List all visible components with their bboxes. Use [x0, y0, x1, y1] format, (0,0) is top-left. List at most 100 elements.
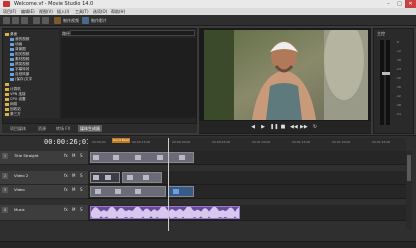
track-name: Video 2: [14, 173, 29, 178]
folder-icon: [10, 37, 14, 41]
track-header-4[interactable]: 4 Music fx M S: [0, 205, 88, 221]
ruler-tick-label: 00:00:15;00: [132, 140, 151, 144]
track-fx-button[interactable]: fx: [64, 207, 68, 212]
master-fader[interactable]: [382, 72, 390, 75]
clip[interactable]: [122, 172, 162, 183]
meter-scale-label: -54: [396, 112, 401, 116]
marker-good-beat[interactable]: Good Beat: [112, 138, 130, 143]
track-number: 1: [2, 153, 8, 159]
tree-item[interactable]: 第三方: [5, 112, 21, 117]
rewind-button[interactable]: ◀◀: [290, 124, 298, 130]
track-lane-2[interactable]: [88, 171, 406, 185]
render-button[interactable]: 制作影片: [91, 18, 107, 24]
track-fx-button[interactable]: fx: [64, 173, 68, 178]
folder-tree[interactable]: 桌面 我的视频 动画 背景图 相关视频 素材视频 搞笑视频 字幕特效 自然风景 (保存)文字 计算机…: [3, 30, 59, 118]
close-button[interactable]: ✕: [405, 0, 416, 8]
folder-icon: [5, 87, 9, 91]
path-input[interactable]: [70, 30, 195, 36]
ruler-tick-label: 00:00:45;00: [212, 140, 231, 144]
folder-icon: [10, 62, 14, 66]
tab-project-media[interactable]: 项目媒体: [8, 126, 28, 132]
track-lane-4[interactable]: [88, 205, 406, 221]
clip-thumbnail: [173, 189, 179, 194]
tab-media-generators[interactable]: 媒体生成器: [78, 125, 102, 132]
meter-scale-label: -18: [396, 58, 401, 62]
clip-thumbnail: [135, 189, 141, 194]
tree-item-label: 自然风景: [15, 72, 30, 76]
make-video-icon[interactable]: [54, 17, 61, 24]
loop-button[interactable]: ↻: [312, 124, 318, 130]
ruler-tick-label: 00:01:00;00: [252, 140, 271, 144]
folder-icon: [10, 77, 14, 81]
make-video-button[interactable]: 制作视频: [63, 18, 79, 24]
timeline-ruler[interactable]: 00:00:00 00:00:15;00 00:00:30;00 00:00:45;0…: [88, 138, 406, 151]
meter-scale-label: -12: [396, 49, 401, 53]
tree-item[interactable]: [5, 82, 10, 86]
scroll-thumb[interactable]: [407, 155, 411, 181]
pause-button[interactable]: ❚❚: [270, 124, 278, 130]
minimize-button[interactable]: –: [383, 0, 394, 8]
open-icon[interactable]: [12, 17, 19, 24]
tree-item-label: 相关视频: [15, 52, 30, 56]
tab-transitions[interactable]: 转场 FX: [54, 126, 72, 132]
clip-thumbnail: [93, 155, 99, 160]
track-name: Video: [14, 187, 25, 192]
render-icon[interactable]: [82, 17, 89, 24]
track-mute-button[interactable]: M: [72, 153, 75, 158]
track-solo-button[interactable]: S: [80, 153, 83, 158]
track-number: 3: [2, 187, 8, 193]
meter-scale-label: -48: [396, 103, 401, 107]
undo-icon[interactable]: [33, 17, 40, 24]
file-list[interactable]: [61, 38, 196, 118]
folder-icon: [10, 57, 14, 61]
playhead[interactable]: [168, 138, 169, 231]
tree-item-label: 桌面: [10, 32, 18, 36]
toolbar: 制作视频 制作影片: [0, 15, 416, 26]
clip[interactable]: [168, 186, 194, 197]
track-solo-button[interactable]: S: [80, 173, 83, 178]
track-lane-3[interactable]: [88, 185, 406, 199]
track-header-2[interactable]: 2 Video 2 fx M S: [0, 171, 88, 185]
clip-thumbnail: [95, 189, 101, 194]
folder-icon: [5, 32, 9, 36]
clip[interactable]: [90, 186, 166, 197]
ruler-tick-label: 00:01:30;00: [332, 140, 351, 144]
save-icon[interactable]: [21, 17, 28, 24]
track-fx-button[interactable]: fx: [64, 153, 68, 158]
window-title: Welcome.vf - Movie Studio 14.0: [14, 1, 94, 7]
tree-item-label: 背景图: [15, 47, 26, 51]
stop-button[interactable]: ■: [280, 124, 286, 130]
play-button[interactable]: ▶: [260, 124, 266, 130]
prev-frame-button[interactable]: ◀: [250, 124, 256, 130]
track-header-3[interactable]: 3 Video fx M S: [0, 185, 88, 199]
folder-icon: [5, 82, 9, 86]
tree-item[interactable]: (保存)文字: [10, 77, 32, 82]
folder-icon: [5, 97, 9, 101]
title-bar: Welcome.vf - Movie Studio 14.0 – □ ✕: [0, 0, 416, 8]
clip[interactable]: [90, 152, 194, 163]
meter-scale-label: -30: [396, 76, 401, 80]
fastforward-button[interactable]: ▶▶: [300, 124, 308, 130]
track-solo-button[interactable]: S: [80, 187, 83, 192]
tab-explorer[interactable]: 资源: [36, 126, 48, 132]
timeline-scrollbar[interactable]: [406, 151, 412, 229]
track-name: Music: [14, 207, 25, 212]
new-icon[interactable]: [3, 17, 10, 24]
track-mute-button[interactable]: M: [72, 207, 75, 212]
track-fx-button[interactable]: fx: [64, 187, 68, 192]
meter-scale-label: -36: [396, 85, 401, 89]
meter-scale-label: -6: [396, 40, 399, 44]
tree-item-label: CPU 设置: [10, 97, 26, 101]
redo-icon[interactable]: [42, 17, 49, 24]
track-mute-button[interactable]: M: [72, 187, 75, 192]
maximize-button[interactable]: □: [394, 0, 405, 8]
folder-icon: [10, 72, 14, 76]
audio-clip[interactable]: [90, 206, 240, 219]
track-solo-button[interactable]: S: [80, 207, 83, 212]
timecode-display: 00:00:26;01: [44, 138, 91, 146]
tree-item-label: (保存)文字: [15, 77, 33, 81]
track-header-1[interactable]: 1 Title Straight fx M S: [0, 151, 88, 165]
clip[interactable]: [90, 172, 120, 183]
track-mute-button[interactable]: M: [72, 173, 75, 178]
track-lane-1[interactable]: [88, 151, 406, 165]
